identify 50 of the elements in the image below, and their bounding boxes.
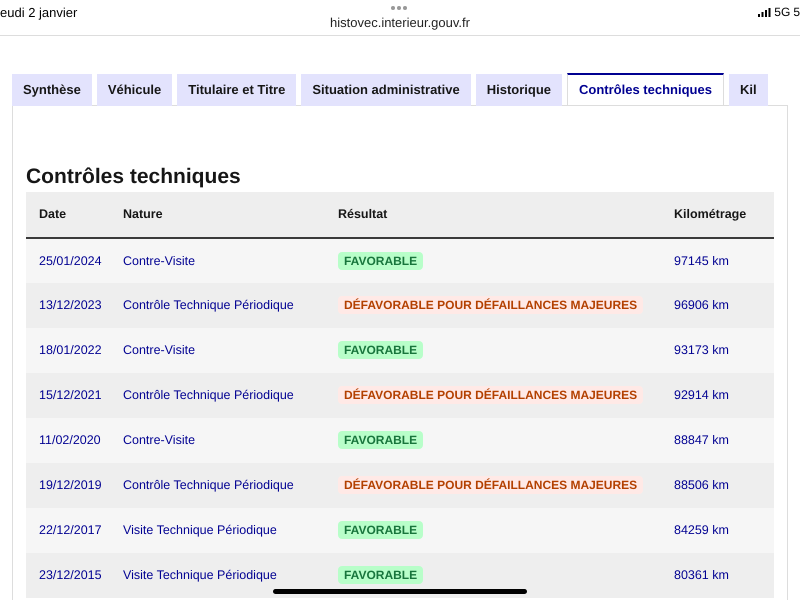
tab[interactable]: Contrôles techniques: [567, 73, 724, 105]
nature-cell: Contre-Visite: [123, 238, 338, 283]
date-cell: 15/12/2021: [26, 373, 123, 418]
date-cell: 18/01/2022: [26, 328, 123, 373]
column-header: Kilométrage: [674, 192, 774, 238]
result-badge: DÉFAVORABLE POUR DÉFAILLANCES MAJEURES: [338, 386, 644, 404]
url-text[interactable]: histovec.interieur.gouv.fr: [330, 16, 470, 29]
mileage-cell: 88506 km: [674, 463, 774, 508]
result-badge: FAVORABLE: [338, 341, 424, 360]
result-badge: FAVORABLE: [338, 566, 424, 584]
date-cell: 25/01/2024: [26, 238, 123, 283]
result-badge: DÉFAVORABLE POUR DÉFAILLANCES MAJEURES: [338, 296, 644, 314]
date-cell: 11/02/2020: [26, 418, 123, 463]
mileage-cell: 88847 km: [674, 418, 774, 463]
tab[interactable]: Titulaire et Titre: [177, 74, 296, 106]
signal-icon: [758, 8, 772, 16]
tab[interactable]: Kil: [728, 74, 768, 106]
nature-cell: Visite Technique Périodique: [123, 508, 338, 553]
nature-cell: Contrôle Technique Périodique: [123, 463, 338, 508]
mileage-cell: 92914 km: [674, 373, 774, 418]
result-badge: DÉFAVORABLE POUR DÉFAILLANCES MAJEURES: [338, 476, 644, 494]
date-cell: 19/12/2019: [26, 463, 123, 508]
mileage-cell: 84259 km: [674, 508, 774, 553]
result-badge: FAVORABLE: [338, 521, 424, 540]
mileage-cell: 93173 km: [674, 328, 774, 373]
column-header: Nature: [123, 192, 338, 238]
date-cell: 22/12/2017: [26, 508, 123, 553]
column-header: Résultat: [338, 192, 674, 238]
nature-cell: Contre-Visite: [123, 418, 338, 463]
nature-cell: Contrôle Technique Périodique: [123, 373, 338, 418]
mileage-cell: 96906 km: [674, 283, 774, 328]
network-label: 5G: [774, 4, 790, 21]
tab[interactable]: Situation administrative: [301, 74, 471, 106]
nature-cell: Visite Technique Périodique: [123, 553, 338, 598]
result-badge: FAVORABLE: [338, 431, 424, 450]
status-date: eudi 2 janvier: [0, 4, 78, 22]
tab[interactable]: Synthèse: [12, 74, 92, 106]
result-badge: FAVORABLE: [338, 252, 424, 270]
tab[interactable]: Véhicule: [96, 74, 172, 106]
battery-label: 5: [793, 4, 800, 21]
section-title: Contrôles techniques: [26, 164, 242, 190]
tab[interactable]: Historique: [476, 74, 562, 106]
mileage-cell: 97145 km: [674, 238, 774, 283]
nature-cell: Contre-Visite: [123, 328, 338, 373]
date-cell: 23/12/2015: [26, 553, 123, 598]
date-cell: 13/12/2023: [26, 283, 123, 328]
column-header: Date: [26, 192, 123, 238]
nature-cell: Contrôle Technique Périodique: [123, 283, 338, 328]
mileage-cell: 80361 km: [674, 553, 774, 598]
more-dots-icon[interactable]: [391, 6, 407, 10]
